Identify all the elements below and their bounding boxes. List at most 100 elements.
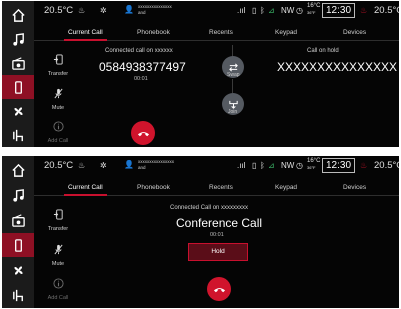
held-call-number: XXXXXXXXXXXXXXX xyxy=(277,60,398,74)
add-call-label: Add Call xyxy=(47,138,69,144)
conference-call-title: Conference Call xyxy=(176,216,263,230)
swap-divider-mid xyxy=(232,79,233,93)
info-icon xyxy=(52,121,64,132)
add-call-button[interactable]: Add Call xyxy=(40,276,76,301)
fan-icon[interactable] xyxy=(2,258,34,282)
status-bar: 20.5°C ♨ ✲ 👤 xxxxxxxxxxxxxxx and .ııl ▯ … xyxy=(34,1,399,21)
music-icon[interactable] xyxy=(2,27,34,51)
call-timer: 00:01 xyxy=(134,76,148,82)
hold-button[interactable]: Hold xyxy=(188,243,248,261)
info-icon xyxy=(52,278,64,289)
outside-temp-sub: 36°F xyxy=(307,10,316,15)
transfer-button[interactable]: Transfer xyxy=(40,52,76,77)
fan-status-icon: ✲ xyxy=(100,161,107,170)
phone-status-icon: ▯ xyxy=(252,6,257,15)
radio-icon[interactable] xyxy=(2,51,34,75)
user-icon: 👤 xyxy=(124,5,134,14)
tab-phonebook[interactable]: Phonebook xyxy=(137,29,170,36)
call-on-hold-label: Call on hold xyxy=(307,48,339,54)
cabin-temp-right[interactable]: 20.5°C xyxy=(374,5,399,16)
status-bar: 20.5°C ♨ ✲ 👤 xxxxxxxxxxxxxxxx and .ııl ▯… xyxy=(34,156,399,176)
compass-heading: NW xyxy=(281,6,295,15)
join-calls-icon xyxy=(228,100,238,109)
tab-recents[interactable]: Recents xyxy=(209,184,233,191)
tab-current-call[interactable]: Current Call xyxy=(64,29,107,41)
bluetooth-icon: ᛒ xyxy=(260,6,265,15)
tab-current-call[interactable]: Current Call xyxy=(64,184,107,196)
clock: 12:30 xyxy=(322,158,356,173)
transfer-label: Transfer xyxy=(47,226,69,232)
phone-tabs: Current Call Phonebook Recents Keypad De… xyxy=(34,26,399,41)
phone-tabs: Current Call Phonebook Recents Keypad De… xyxy=(34,181,399,196)
connected-phone-sub: and xyxy=(138,10,146,15)
connected-phone-name: xxxxxxxxxxxxxxxx xyxy=(138,159,174,164)
connected-call-number: 0584938377497 xyxy=(99,60,186,74)
gps-icon: ⊿ xyxy=(268,161,275,170)
join-label: Join xyxy=(228,109,238,115)
home-icon[interactable] xyxy=(2,158,34,182)
swap-label: Swap xyxy=(227,72,240,78)
phone-status-icon: ▯ xyxy=(252,161,257,170)
signal-icon: .ııl xyxy=(237,161,246,170)
tab-devices[interactable]: Devices xyxy=(343,29,366,36)
transfer-icon xyxy=(53,54,63,65)
call-screen-swap: 20.5°C ♨ ✲ 👤 xxxxxxxxxxxxxxx and .ııl ▯ … xyxy=(2,1,399,147)
outside-temp: 16°C xyxy=(307,3,321,9)
outside-temp: 16°C xyxy=(307,158,321,164)
end-call-button[interactable] xyxy=(207,277,231,301)
fan-status-icon: ✲ xyxy=(100,6,107,15)
outside-temp-sub: 36°F xyxy=(307,165,316,170)
call-timer: 00:01 xyxy=(210,232,224,238)
swap-arrows-icon xyxy=(228,62,238,72)
seat-heat-icon[interactable] xyxy=(2,283,34,307)
transfer-icon xyxy=(53,209,63,220)
transfer-label: Transfer xyxy=(47,71,69,77)
compass-heading: NW xyxy=(281,161,295,170)
connected-call-label: Connected call on xxxxxx xyxy=(105,48,173,54)
end-call-button[interactable] xyxy=(131,121,155,145)
connected-phone-sub: and xyxy=(138,165,146,170)
transfer-button[interactable]: Transfer xyxy=(40,207,76,232)
clock-icon: ◷ xyxy=(296,161,303,170)
home-icon[interactable] xyxy=(2,3,34,27)
radio-icon[interactable] xyxy=(2,208,34,232)
hang-up-icon xyxy=(137,131,149,136)
clock: 12:30 xyxy=(322,3,356,18)
music-icon[interactable] xyxy=(2,183,34,207)
gps-icon: ⊿ xyxy=(268,6,275,15)
phone-icon[interactable] xyxy=(2,233,34,257)
phone-icon[interactable] xyxy=(2,75,34,99)
seat-heat-right-icon[interactable]: ♨ xyxy=(360,6,367,15)
cabin-temp-right[interactable]: 20.5°C xyxy=(374,160,399,171)
mute-button[interactable]: Mute xyxy=(40,242,76,267)
signal-icon: .ııl xyxy=(237,6,246,15)
seat-heat-status-icon: ♨ xyxy=(78,6,86,15)
tab-keypad[interactable]: Keypad xyxy=(275,184,297,191)
mute-microphone-icon xyxy=(53,88,63,99)
tab-keypad[interactable]: Keypad xyxy=(275,29,297,36)
connected-call-label: Connected Call on xxxxxxxxx xyxy=(170,205,249,211)
tab-recents[interactable]: Recents xyxy=(209,29,233,36)
add-call-button[interactable]: Add Call xyxy=(40,119,76,144)
bluetooth-icon: ᛒ xyxy=(260,161,265,170)
mute-button[interactable]: Mute xyxy=(40,86,76,111)
left-nav-rail xyxy=(2,1,34,147)
call-screen-conference: 20.5°C ♨ ✲ 👤 xxxxxxxxxxxxxxxx and .ııl ▯… xyxy=(2,156,399,308)
connected-phone-name: xxxxxxxxxxxxxxx xyxy=(138,4,172,9)
seat-heat-right-icon[interactable]: ♨ xyxy=(360,161,367,170)
seat-heat-icon[interactable] xyxy=(2,123,34,147)
user-icon: 👤 xyxy=(124,160,134,169)
clock-icon: ◷ xyxy=(296,6,303,15)
mute-label: Mute xyxy=(51,105,65,111)
tab-devices[interactable]: Devices xyxy=(343,184,366,191)
seat-heat-status-icon: ♨ xyxy=(78,161,86,170)
add-call-label: Add Call xyxy=(47,295,69,301)
cabin-temp-left[interactable]: 20.5°C xyxy=(44,160,73,171)
hang-up-icon xyxy=(213,287,225,292)
cabin-temp-left[interactable]: 20.5°C xyxy=(44,5,73,16)
left-nav-rail xyxy=(2,156,34,308)
tab-phonebook[interactable]: Phonebook xyxy=(137,184,170,191)
mute-label: Mute xyxy=(51,261,65,267)
mute-microphone-icon xyxy=(53,244,63,255)
fan-icon[interactable] xyxy=(2,99,34,123)
